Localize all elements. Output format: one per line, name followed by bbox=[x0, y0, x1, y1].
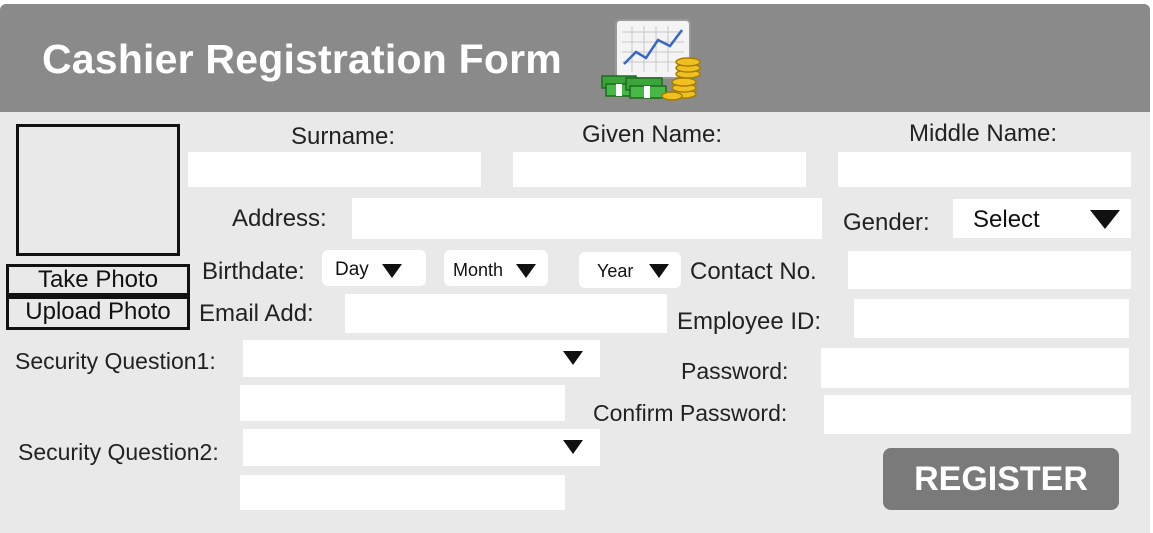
surname-label: Surname: bbox=[291, 123, 396, 150]
chevron-down-icon bbox=[382, 264, 402, 278]
security-answer1-input[interactable] bbox=[240, 385, 565, 421]
finance-chart-money-icon bbox=[601, 19, 701, 101]
security-question2-select[interactable] bbox=[243, 429, 600, 466]
password-label: Password: bbox=[681, 358, 789, 384]
employee-id-label: Employee ID: bbox=[677, 308, 822, 335]
address-input[interactable] bbox=[352, 198, 822, 239]
contact-label: Contact No. bbox=[690, 258, 817, 285]
security-question2-label: Security Question2: bbox=[18, 439, 219, 465]
photo-placeholder bbox=[16, 124, 180, 256]
security-question1-label: Security Question1: bbox=[15, 348, 216, 374]
take-photo-button[interactable]: Take Photo bbox=[6, 264, 190, 296]
email-input[interactable] bbox=[345, 294, 667, 333]
month-value: Month bbox=[453, 260, 504, 280]
surname-input[interactable] bbox=[188, 152, 481, 187]
chevron-down-icon bbox=[563, 351, 583, 365]
year-select[interactable]: Year bbox=[579, 252, 681, 288]
day-value: Day bbox=[335, 259, 369, 280]
given-name-label: Given Name: bbox=[582, 121, 723, 148]
form-header: Cashier Registration Form bbox=[0, 4, 1150, 112]
gender-value: Select bbox=[973, 206, 1040, 233]
middle-name-label: Middle Name: bbox=[909, 120, 1058, 147]
middle-name-input[interactable] bbox=[838, 152, 1131, 187]
chevron-down-icon bbox=[516, 264, 536, 278]
gender-label: Gender: bbox=[843, 209, 930, 236]
upload-photo-button[interactable]: Upload Photo bbox=[6, 296, 190, 330]
page-title: Cashier Registration Form bbox=[42, 36, 562, 82]
month-select[interactable]: Month bbox=[444, 250, 548, 286]
year-value: Year bbox=[597, 261, 634, 281]
birthdate-label: Birthdate: bbox=[202, 258, 305, 285]
password-input[interactable] bbox=[821, 348, 1129, 388]
register-button[interactable]: REGISTER bbox=[883, 448, 1119, 510]
day-select[interactable]: Day bbox=[322, 250, 426, 286]
confirm-password-label: Confirm Password: bbox=[593, 400, 788, 426]
address-label: Address: bbox=[232, 205, 327, 232]
chevron-down-icon bbox=[649, 264, 669, 278]
gender-select[interactable]: Select bbox=[953, 199, 1131, 238]
employee-id-input[interactable] bbox=[854, 299, 1129, 338]
given-name-input[interactable] bbox=[513, 152, 806, 187]
chevron-down-icon bbox=[563, 440, 583, 454]
security-question1-select[interactable] bbox=[243, 340, 600, 377]
email-label: Email Add: bbox=[199, 300, 314, 327]
contact-input[interactable] bbox=[848, 251, 1131, 289]
security-answer2-input[interactable] bbox=[240, 475, 565, 510]
chevron-down-icon bbox=[1090, 210, 1120, 229]
confirm-password-input[interactable] bbox=[824, 395, 1131, 434]
